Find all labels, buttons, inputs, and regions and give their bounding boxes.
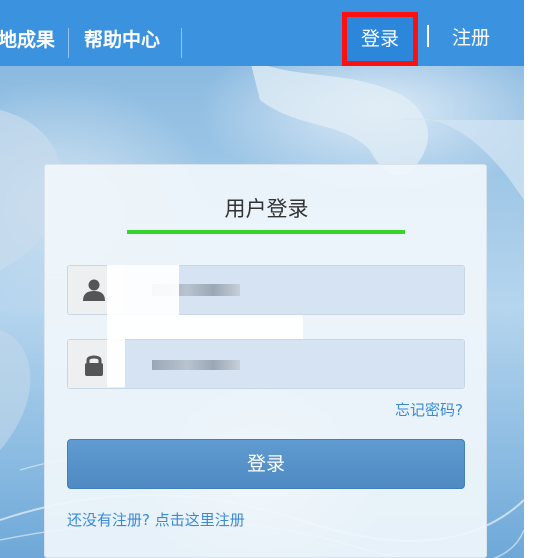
nav-item-help-center[interactable]: 帮助中心 [84,0,160,66]
password-field [67,339,465,389]
register-link[interactable]: 注册 [452,0,490,66]
title-underline [127,230,405,234]
nav-separator [181,28,182,58]
nav-item-achievements[interactable]: 地成果 [0,0,55,66]
login-title: 用户登录 [224,197,309,221]
top-nav-bar: 地成果 帮助中心 登录 注册 [0,0,524,66]
login-button[interactable]: 登录 [67,439,465,489]
privacy-mask [107,339,125,387]
redacted-password [152,360,240,370]
nav-divider [427,25,429,47]
forgot-password-link[interactable]: 忘记密码? [395,399,463,420]
login-card: 用户登录 忘记密码? 登录 还没有注册? 点击这里注册 [44,164,487,558]
privacy-mask [107,265,179,345]
login-link[interactable]: 登录 [342,12,418,66]
page: 地成果 帮助中心 登录 注册 用户登录 忘记密码? 登录 还没有注册? 点击这里… [0,0,534,558]
nav-separator [68,28,69,58]
right-edge [524,0,534,558]
register-prompt-link[interactable]: 还没有注册? 点击这里注册 [67,509,245,530]
login-link-label: 登录 [357,17,402,61]
